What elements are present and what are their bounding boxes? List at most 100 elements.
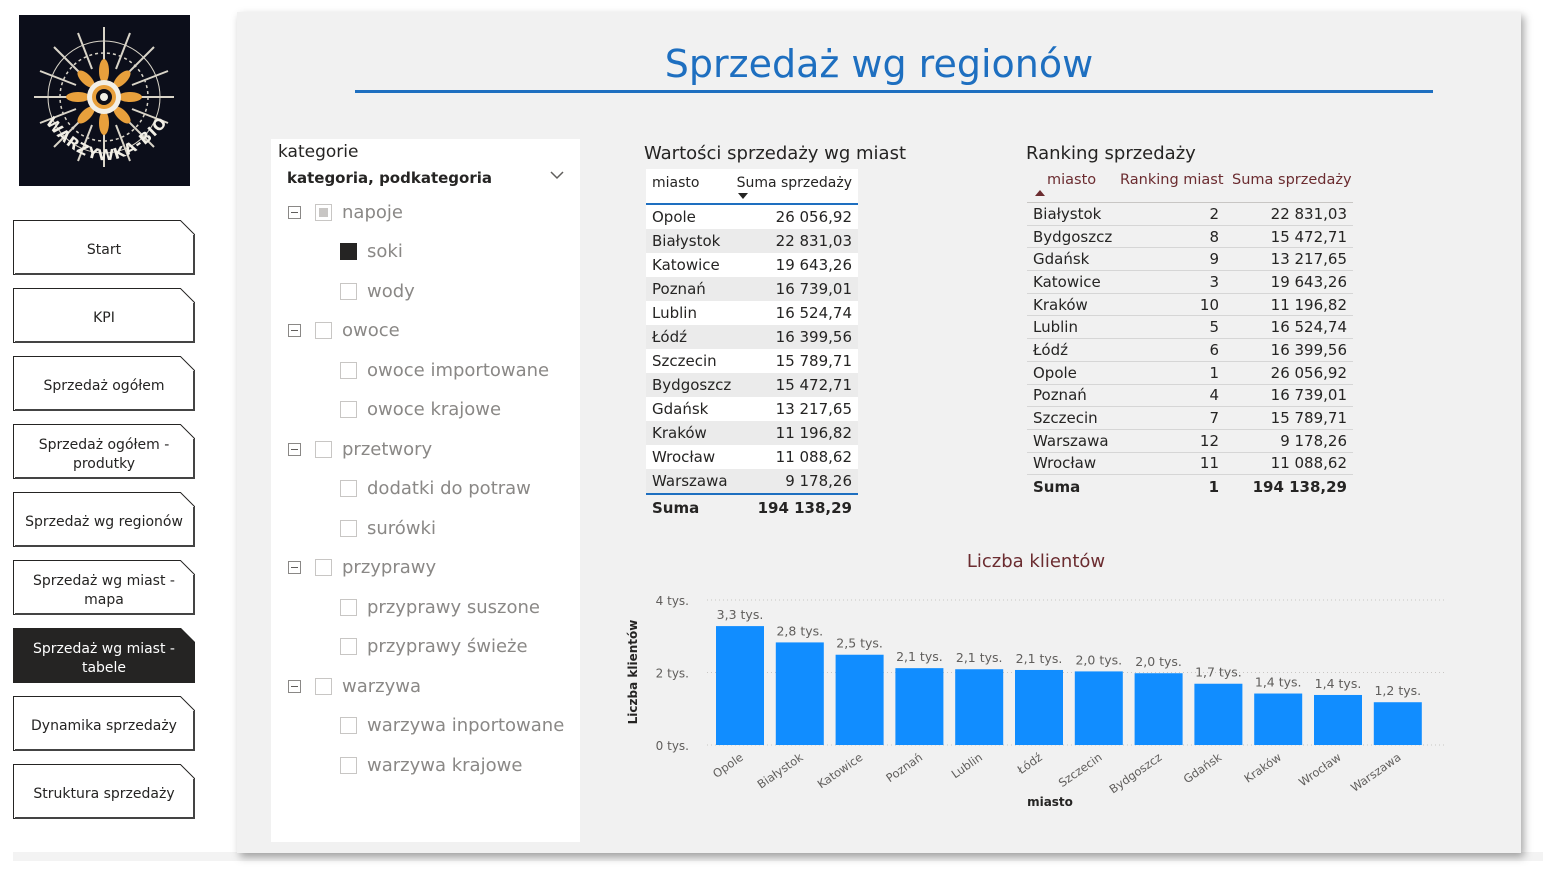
checkbox[interactable] (340, 480, 357, 497)
cell-city: Szczecin (1033, 409, 1098, 428)
table-row[interactable]: Lublin 5 16 524,74 (1027, 316, 1353, 340)
collapse-icon[interactable] (288, 679, 301, 693)
table-row[interactable]: Szczecin 15 789,71 (646, 349, 858, 373)
checkbox[interactable] (315, 559, 332, 576)
cell-sales: 16 739,01 (775, 280, 852, 298)
slicer-group-item[interactable]: przyprawy (288, 555, 436, 581)
table-row[interactable]: Gdańsk 13 217,65 (646, 397, 858, 421)
slicer-group-item[interactable]: przetwory (288, 436, 432, 462)
table-row[interactable]: Warszawa 12 9 178,26 (1027, 430, 1353, 453)
nav-button[interactable]: Struktura sprzedaży (13, 764, 195, 819)
table-row[interactable]: Łódź 6 16 399,56 (1027, 339, 1353, 362)
checkbox[interactable] (315, 677, 332, 695)
cell-sales: 19 643,26 (1270, 272, 1347, 291)
nav-button[interactable]: Dynamika sprzedaży (13, 696, 195, 751)
table-row[interactable]: Lublin 16 524,74 (646, 301, 858, 325)
collapse-icon[interactable] (288, 561, 301, 574)
column-header-rank[interactable]: Ranking miast (1120, 172, 1224, 188)
checkbox[interactable] (340, 717, 357, 734)
slicer-child-item[interactable]: wody (340, 278, 415, 304)
logo-graphic: WARZYWKA-BIO (34, 27, 174, 167)
cell-city: Białystok (1033, 204, 1102, 223)
checkbox[interactable] (315, 322, 332, 339)
checkbox[interactable] (340, 282, 357, 300)
bar (1194, 683, 1243, 745)
table-row[interactable]: Białystok 22 831,03 (646, 229, 858, 253)
slicer-child-item[interactable]: owoce importowane (340, 357, 549, 383)
nav-button[interactable]: KPI (13, 288, 195, 343)
checkbox[interactable] (340, 638, 357, 655)
table-row[interactable]: Wrocław 11 11 088,62 (1027, 453, 1353, 476)
cell-sales: 16 524,74 (775, 304, 852, 322)
checkbox[interactable] (340, 401, 357, 418)
chevron-down-icon[interactable] (549, 169, 565, 181)
cell-rank: 5 (1209, 318, 1219, 337)
slicer-group-item[interactable]: warzywa (288, 673, 421, 699)
cell-sales: 9 178,26 (1280, 431, 1347, 450)
table-row[interactable]: Kraków 10 11 196,82 (1027, 294, 1353, 317)
table-row[interactable]: Opole 26 056,92 (646, 205, 858, 229)
nav-button-label: Dynamika sprzedaży (31, 718, 177, 734)
collapse-icon[interactable] (288, 205, 301, 219)
column-header-city[interactable]: miasto (652, 175, 699, 191)
checkbox[interactable] (340, 519, 357, 537)
table-row[interactable]: Kraków 11 196,82 (646, 421, 858, 445)
data-label: 2,1 tys. (1016, 651, 1063, 666)
x-tick-label: Katowice (815, 750, 866, 791)
table-row[interactable]: Warszawa 9 178,26 (646, 469, 858, 493)
nav-button[interactable]: Sprzedaż ogółem - produtky (13, 424, 195, 479)
table-row[interactable]: Poznań 16 739,01 (646, 277, 858, 301)
table-row[interactable]: Białystok 2 22 831,03 (1027, 203, 1353, 226)
slicer-child-item[interactable]: przyprawy świeże (340, 634, 528, 660)
slicer-child-item[interactable]: soki (340, 239, 403, 265)
cell-city: Poznań (1033, 386, 1087, 405)
table-row[interactable]: Poznań 4 16 739,01 (1027, 385, 1353, 408)
nav-button-label: Sprzedaż wg miast - tabele (33, 640, 175, 676)
checkbox[interactable] (315, 203, 332, 221)
table-row[interactable]: Bydgoszcz 8 15 472,71 (1027, 226, 1353, 249)
table-row[interactable]: Bydgoszcz 15 472,71 (646, 373, 858, 397)
column-header-city[interactable]: miasto (1047, 172, 1096, 188)
nav-button[interactable]: Sprzedaż ogółem (13, 356, 195, 411)
bar (955, 669, 1004, 745)
nav-button[interactable]: Sprzedaż wg regionów (13, 492, 195, 547)
nav-button-label: Sprzedaż ogółem (43, 378, 165, 394)
slicer-field-dropdown[interactable]: kategoria, podkategoria (287, 169, 492, 187)
cell-city: Katowice (1033, 272, 1101, 291)
nav-button[interactable]: Sprzedaż wg miast - tabele (13, 628, 195, 683)
table-row[interactable]: Szczecin 7 15 789,71 (1027, 407, 1353, 430)
slicer-child-item[interactable]: surówki (340, 515, 436, 541)
table-row[interactable]: Łódź 16 399,56 (646, 325, 858, 349)
collapse-icon[interactable] (288, 442, 301, 456)
nav-button[interactable]: Start (13, 220, 195, 275)
column-header-sales[interactable]: Suma sprzedaży (1232, 172, 1352, 188)
slicer-item-label: przetwory (342, 438, 433, 460)
table-row[interactable]: Katowice 3 19 643,26 (1027, 271, 1353, 294)
checkbox[interactable] (315, 440, 332, 458)
table-row[interactable]: Katowice 19 643,26 (646, 253, 858, 277)
table-row[interactable]: Opole 1 26 056,92 (1027, 362, 1353, 385)
checkbox[interactable] (340, 756, 357, 774)
customers-bar-chart: 0 tys. 2 tys. 4 tys. 3,3 tys. Opole 2,8 tys. B… (626, 594, 1447, 809)
collapse-icon[interactable] (288, 324, 301, 337)
checkbox[interactable] (340, 243, 357, 260)
cell-sales: 16 399,56 (1270, 340, 1347, 359)
column-header-sales[interactable]: Suma sprzedaży (737, 175, 852, 191)
slicer-child-item[interactable]: warzywa inportowane (340, 713, 564, 739)
cell-rank: 8 (1209, 227, 1219, 246)
slicer-child-item[interactable]: dodatki do potraw (340, 476, 531, 502)
bar (1373, 702, 1422, 745)
slicer-group-item[interactable]: napoje (288, 199, 403, 225)
table-header: miasto Ranking miast Suma sprzedaży (1027, 172, 1353, 203)
slicer-group-item[interactable]: owoce (288, 318, 400, 344)
slicer-child-item[interactable]: przyprawy suszone (340, 594, 540, 620)
checkbox[interactable] (340, 361, 357, 379)
checkbox[interactable] (340, 598, 357, 616)
table-row[interactable]: Gdańsk 9 13 217,65 (1027, 248, 1353, 272)
y-tick-label: 0 tys. (656, 739, 689, 753)
nav-button[interactable]: Sprzedaż wg miast - mapa (13, 560, 195, 615)
slicer-child-item[interactable]: owoce krajowe (340, 397, 501, 423)
cell-city: Łódź (1033, 340, 1069, 359)
table-row[interactable]: Wrocław 11 088,62 (646, 445, 858, 469)
slicer-child-item[interactable]: warzywa krajowe (340, 752, 522, 778)
